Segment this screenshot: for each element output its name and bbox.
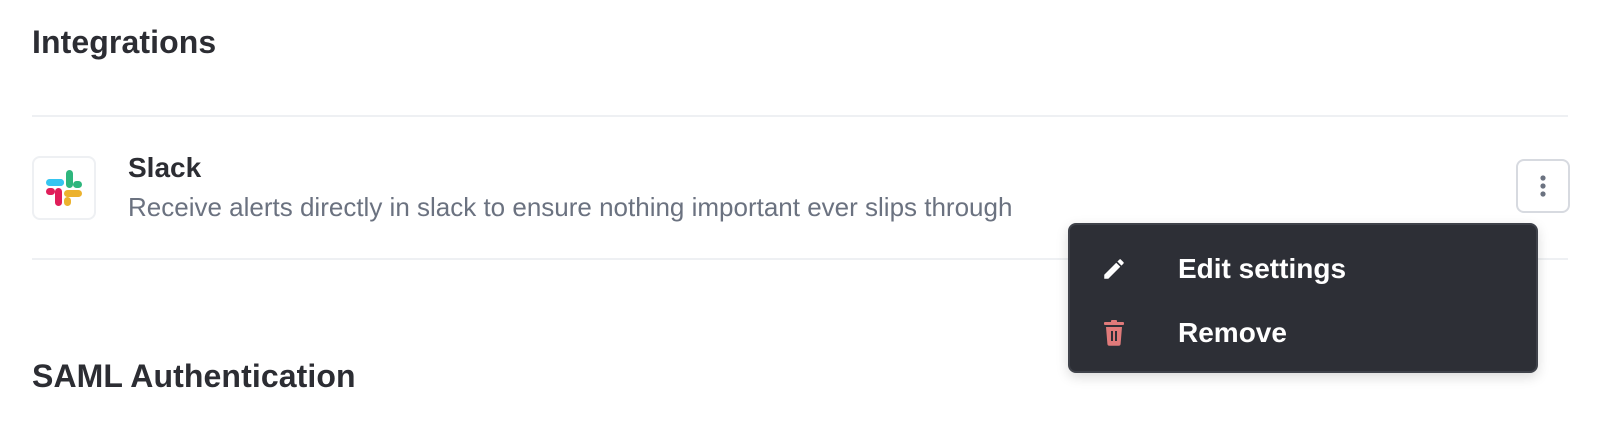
menu-item-edit-settings[interactable]: Edit settings <box>1070 237 1536 301</box>
integrations-heading: Integrations <box>32 24 217 60</box>
slack-logo-icon <box>46 170 82 206</box>
integration-name: Slack <box>128 152 202 183</box>
menu-item-label: Edit settings <box>1178 253 1347 284</box>
more-vertical-icon <box>1540 175 1546 197</box>
menu-item-label: Remove <box>1178 317 1287 348</box>
integration-row-slack: Slack Receive alerts directly in slack t… <box>32 152 1570 222</box>
pencil-icon <box>1100 255 1128 283</box>
trash-icon <box>1100 319 1128 347</box>
divider <box>32 115 1568 117</box>
slack-logo <box>32 156 96 220</box>
saml-authentication-heading: SAML Authentication <box>32 358 356 394</box>
integration-actions-menu: Edit settings Remove <box>1068 223 1538 373</box>
menu-item-remove[interactable]: Remove <box>1070 301 1536 365</box>
integration-description: Receive alerts directly in slack to ensu… <box>128 192 1013 222</box>
more-options-button[interactable] <box>1516 159 1570 213</box>
integrations-settings-page: Integrations Slack Receive alerts direct… <box>0 0 1600 438</box>
